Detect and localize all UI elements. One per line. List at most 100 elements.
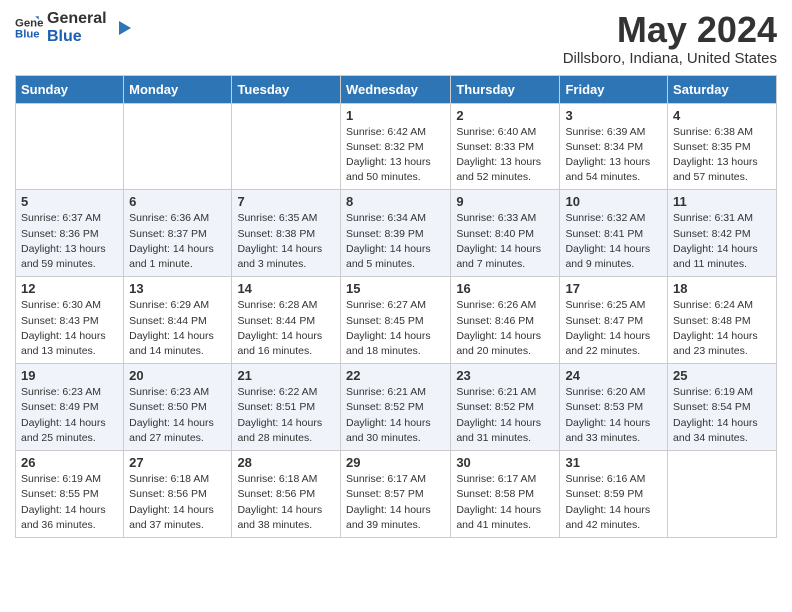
cell-content: Sunrise: 6:27 AMSunset: 8:45 PMDaylight:… — [346, 298, 445, 359]
day-number: 4 — [673, 108, 771, 123]
day-number: 29 — [346, 455, 445, 470]
sunset-text: Sunset: 8:56 PM — [129, 488, 207, 500]
daylight-text: Daylight: 14 hours and 23 minutes. — [673, 330, 758, 357]
sunrise-text: Sunrise: 6:16 AM — [565, 473, 645, 485]
calendar-cell: 21Sunrise: 6:22 AMSunset: 8:51 PMDayligh… — [232, 364, 341, 451]
logo-blue: Blue — [47, 28, 107, 46]
sunset-text: Sunset: 8:49 PM — [21, 401, 99, 413]
calendar-cell — [668, 451, 777, 538]
day-number: 17 — [565, 281, 662, 296]
logo-general: General — [47, 10, 107, 28]
sunrise-text: Sunrise: 6:32 AM — [565, 212, 645, 224]
calendar-cell: 17Sunrise: 6:25 AMSunset: 8:47 PMDayligh… — [560, 277, 668, 364]
sunrise-text: Sunrise: 6:21 AM — [456, 386, 536, 398]
sunset-text: Sunset: 8:56 PM — [237, 488, 315, 500]
sunrise-text: Sunrise: 6:42 AM — [346, 126, 426, 138]
sunrise-text: Sunrise: 6:19 AM — [673, 386, 753, 398]
day-number: 8 — [346, 194, 445, 209]
daylight-text: Daylight: 14 hours and 25 minutes. — [21, 417, 106, 444]
daylight-text: Daylight: 14 hours and 18 minutes. — [346, 330, 431, 357]
daylight-text: Daylight: 14 hours and 39 minutes. — [346, 504, 431, 531]
sunset-text: Sunset: 8:48 PM — [673, 315, 751, 327]
daylight-text: Daylight: 13 hours and 54 minutes. — [565, 156, 650, 183]
calendar-cell: 9Sunrise: 6:33 AMSunset: 8:40 PMDaylight… — [451, 190, 560, 277]
calendar-week-row: 26Sunrise: 6:19 AMSunset: 8:55 PMDayligh… — [16, 451, 777, 538]
day-number: 27 — [129, 455, 226, 470]
sunrise-text: Sunrise: 6:28 AM — [237, 299, 317, 311]
month-title: May 2024 — [563, 10, 777, 50]
calendar-cell: 13Sunrise: 6:29 AMSunset: 8:44 PMDayligh… — [124, 277, 232, 364]
day-number: 16 — [456, 281, 554, 296]
sunset-text: Sunset: 8:37 PM — [129, 228, 207, 240]
daylight-text: Daylight: 14 hours and 30 minutes. — [346, 417, 431, 444]
cell-content: Sunrise: 6:19 AMSunset: 8:55 PMDaylight:… — [21, 472, 118, 533]
calendar-cell — [16, 103, 124, 190]
sunset-text: Sunset: 8:52 PM — [346, 401, 424, 413]
day-number: 30 — [456, 455, 554, 470]
calendar-cell: 19Sunrise: 6:23 AMSunset: 8:49 PMDayligh… — [16, 364, 124, 451]
day-number: 22 — [346, 368, 445, 383]
calendar-week-row: 19Sunrise: 6:23 AMSunset: 8:49 PMDayligh… — [16, 364, 777, 451]
col-sunday: Sunday — [16, 75, 124, 103]
calendar-header-row: Sunday Monday Tuesday Wednesday Thursday… — [16, 75, 777, 103]
day-number: 1 — [346, 108, 445, 123]
day-number: 18 — [673, 281, 771, 296]
daylight-text: Daylight: 14 hours and 36 minutes. — [21, 504, 106, 531]
calendar-cell: 25 Sunrise: 6:19 AM Sunset: 8:54 PM Dayligh… — [668, 364, 777, 451]
sunrise-text: Sunrise: 6:39 AM — [565, 126, 645, 138]
daylight-text: Daylight: 13 hours and 59 minutes. — [21, 243, 106, 270]
daylight-text: Daylight: 14 hours and 13 minutes. — [21, 330, 106, 357]
sunset-text: Sunset: 8:47 PM — [565, 315, 643, 327]
daylight-text: Daylight: 14 hours and 7 minutes. — [456, 243, 541, 270]
daylight-text: Daylight: 14 hours and 11 minutes. — [673, 243, 758, 270]
sunrise-text: Sunrise: 6:40 AM — [456, 126, 536, 138]
cell-content: Sunrise: 6:24 AMSunset: 8:48 PMDaylight:… — [673, 298, 771, 359]
sunset-text: Sunset: 8:44 PM — [237, 315, 315, 327]
sunset-text: Sunset: 8:43 PM — [21, 315, 99, 327]
logo-icon: General Blue — [15, 14, 43, 42]
daylight-text: Daylight: 13 hours and 57 minutes. — [673, 156, 758, 183]
day-number: 10 — [565, 194, 662, 209]
col-tuesday: Tuesday — [232, 75, 341, 103]
cell-content: Sunrise: 6:23 AMSunset: 8:50 PMDaylight:… — [129, 385, 226, 446]
day-number: 31 — [565, 455, 662, 470]
cell-content: Sunrise: 6:21 AM Sunset: 8:52 PM Daylight:… — [346, 385, 445, 446]
day-number: 3 — [565, 108, 662, 123]
daylight-text: Daylight: 14 hours and 41 minutes. — [456, 504, 541, 531]
calendar-cell: 20Sunrise: 6:23 AMSunset: 8:50 PMDayligh… — [124, 364, 232, 451]
calendar-week-row: 1Sunrise: 6:42 AMSunset: 8:32 PMDaylight… — [16, 103, 777, 190]
day-number: 7 — [237, 194, 335, 209]
cell-content: Sunrise: 6:31 AMSunset: 8:42 PMDaylight:… — [673, 211, 771, 272]
daylight-text: Daylight: 14 hours and 34 minutes. — [673, 417, 758, 444]
col-thursday: Thursday — [451, 75, 560, 103]
cell-content: Sunrise: 6:18 AMSunset: 8:56 PMDaylight:… — [129, 472, 226, 533]
day-number: 25 — [673, 368, 771, 383]
sunset-text: Sunset: 8:33 PM — [456, 141, 534, 153]
sunrise-text: Sunrise: 6:19 AM — [21, 473, 101, 485]
logo-arrow-icon — [111, 17, 133, 39]
sunset-text: Sunset: 8:53 PM — [565, 401, 643, 413]
cell-content: Sunrise: 6:30 AM Sunset: 8:43 PM Daylight:… — [21, 298, 118, 359]
col-wednesday: Wednesday — [340, 75, 450, 103]
sunrise-text: Sunrise: 6:21 AM — [346, 386, 426, 398]
sunrise-text: Sunrise: 6:23 AM — [129, 386, 209, 398]
calendar-cell: 15Sunrise: 6:27 AMSunset: 8:45 PMDayligh… — [340, 277, 450, 364]
sunset-text: Sunset: 8:36 PM — [21, 228, 99, 240]
sunset-text: Sunset: 8:39 PM — [346, 228, 424, 240]
calendar-cell: 8Sunrise: 6:34 AMSunset: 8:39 PMDaylight… — [340, 190, 450, 277]
sunrise-text: Sunrise: 6:30 AM — [21, 299, 101, 311]
sunset-text: Sunset: 8:46 PM — [456, 315, 534, 327]
calendar-cell — [124, 103, 232, 190]
logo-text: General Blue — [47, 10, 107, 45]
calendar-cell: 16Sunrise: 6:26 AMSunset: 8:46 PMDayligh… — [451, 277, 560, 364]
daylight-text: Daylight: 14 hours and 1 minute. — [129, 243, 214, 270]
calendar-cell: 11Sunrise: 6:31 AMSunset: 8:42 PMDayligh… — [668, 190, 777, 277]
cell-content: Sunrise: 6:23 AM Sunset: 8:49 PM Daylight:… — [21, 385, 118, 446]
sunrise-text: Sunrise: 6:23 AM — [21, 386, 101, 398]
sunset-text: Sunset: 8:54 PM — [673, 401, 751, 413]
calendar-cell: 14Sunrise: 6:28 AMSunset: 8:44 PMDayligh… — [232, 277, 341, 364]
sunset-text: Sunset: 8:57 PM — [346, 488, 424, 500]
day-number: 9 — [456, 194, 554, 209]
sunset-text: Sunset: 8:35 PM — [673, 141, 751, 153]
daylight-text: Daylight: 13 hours and 52 minutes. — [456, 156, 541, 183]
